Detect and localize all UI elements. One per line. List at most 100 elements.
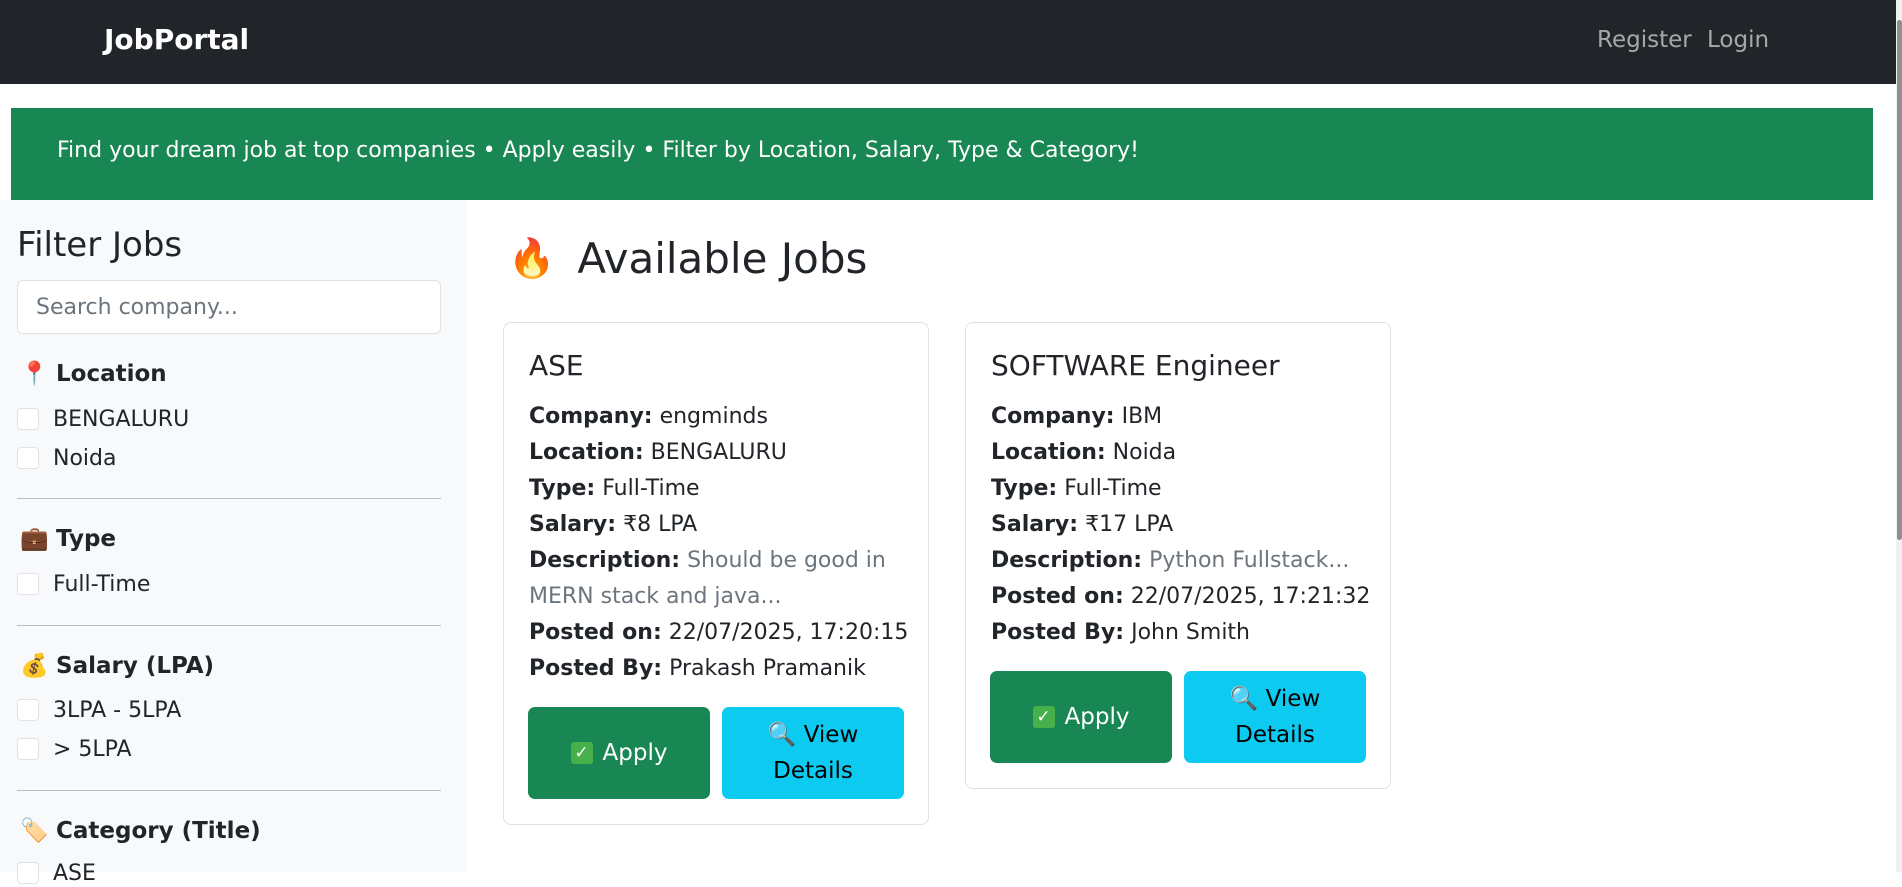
posted-on-row: Posted on: 22/07/2025, 17:20:15: [529, 615, 909, 651]
type-heading: 💼 Type: [20, 525, 116, 552]
salary-value: ₹17 LPA: [1085, 512, 1174, 537]
description-row: Description: Python Fullstack...: [991, 543, 1371, 579]
location-row: Location: BENGALURU: [529, 435, 909, 471]
banner-text: Find your dream job at top companies • A…: [57, 138, 1139, 163]
login-link[interactable]: Login: [1707, 27, 1769, 53]
type-label: Type: [56, 526, 117, 552]
type-value: Full-Time: [602, 476, 700, 501]
scrollbar-thumb[interactable]: [1897, 20, 1902, 540]
salary-label: Salary:: [991, 512, 1079, 537]
location-label: Location: [56, 361, 167, 387]
location-label: Location:: [991, 440, 1106, 465]
search-company-input[interactable]: [17, 280, 441, 334]
posted-on-row: Posted on: 22/07/2025, 17:21:32: [991, 579, 1371, 615]
description-value: Python Fullstack...: [1149, 548, 1350, 573]
briefcase-icon: 💼: [20, 526, 49, 552]
option-label: Full-Time: [53, 571, 151, 597]
posted-by-row: Posted By: John Smith: [991, 615, 1371, 651]
description-label: Description:: [529, 548, 681, 573]
location-label: Location:: [529, 440, 644, 465]
type-row: Type: Full-Time: [529, 471, 909, 507]
type-value: Full-Time: [1064, 476, 1162, 501]
view-details-button[interactable]: 🔍 View Details: [1184, 671, 1366, 763]
option-label: > 5LPA: [53, 736, 132, 762]
checkbox[interactable]: [17, 573, 39, 595]
apply-button[interactable]: ✓ Apply: [990, 671, 1172, 763]
check-icon: ✓: [570, 742, 593, 764]
filter-option-ase[interactable]: ASE: [17, 859, 96, 887]
company-label: Company:: [991, 404, 1115, 429]
divider: [17, 625, 441, 626]
scrollbar[interactable]: [1896, 0, 1902, 872]
job-card: SOFTWARE Engineer Company: IBM Location:…: [965, 322, 1391, 789]
posted-on-label: Posted on:: [529, 620, 662, 645]
checkbox[interactable]: [17, 862, 39, 884]
filter-option-noida[interactable]: Noida: [17, 444, 116, 472]
posted-by-label: Posted By:: [991, 620, 1125, 645]
description-row: Description: Should be good in MERN stac…: [529, 543, 909, 615]
brand-logo[interactable]: JobPortal: [104, 23, 249, 56]
company-value: IBM: [1121, 404, 1163, 429]
filter-option-full-time[interactable]: Full-Time: [17, 570, 150, 598]
divider: [17, 790, 441, 791]
divider: [17, 498, 441, 499]
job-details: Company: engminds Location: BENGALURU Ty…: [529, 399, 909, 687]
location-value: BENGALURU: [650, 440, 787, 465]
view-details-text: 🔍 View Details: [750, 717, 876, 789]
pin-icon: 📍: [20, 361, 49, 387]
salary-label: Salary:: [529, 512, 617, 537]
option-label: 3LPA - 5LPA: [53, 697, 182, 723]
job-details: Company: IBM Location: Noida Type: Full-…: [991, 399, 1371, 651]
option-label: BENGALURU: [53, 406, 190, 432]
category-heading: 🏷️ Category (Title): [20, 817, 261, 844]
tag-icon: 🏷️: [20, 818, 49, 844]
company-value: engminds: [659, 404, 768, 429]
promo-banner: Find your dream job at top companies • A…: [11, 108, 1873, 200]
option-label: ASE: [53, 860, 96, 886]
type-label: Type:: [991, 476, 1058, 501]
salary-heading: 💰 Salary (LPA): [20, 652, 214, 679]
apply-label: Apply: [602, 740, 668, 766]
view-details-button[interactable]: 🔍 View Details: [722, 707, 904, 799]
location-heading: 📍 Location: [20, 360, 167, 387]
type-label: Type:: [529, 476, 596, 501]
company-label: Company:: [529, 404, 653, 429]
checkbox[interactable]: [17, 699, 39, 721]
filter-option-gt-5lpa[interactable]: > 5LPA: [17, 735, 132, 763]
posted-by-value: Prakash Pramanik: [669, 656, 866, 681]
posted-by-row: Posted By: Prakash Pramanik: [529, 651, 909, 687]
description-label: Description:: [991, 548, 1143, 573]
page-title-text: Available Jobs: [577, 234, 868, 283]
filter-option-3-5lpa[interactable]: 3LPA - 5LPA: [17, 696, 181, 724]
money-bag-icon: 💰: [20, 653, 49, 679]
checkbox[interactable]: [17, 738, 39, 760]
magnifier-icon: 🔍: [1229, 686, 1259, 712]
check-icon: ✓: [1032, 706, 1055, 728]
posted-by-value: John Smith: [1131, 620, 1250, 645]
checkbox[interactable]: [17, 447, 39, 469]
company-row: Company: engminds: [529, 399, 909, 435]
posted-by-label: Posted By:: [529, 656, 663, 681]
navbar: JobPortal Register Login: [0, 0, 1896, 84]
view-details-text: 🔍 View Details: [1212, 681, 1338, 753]
filter-sidebar: Filter Jobs 📍 Location BENGALURU Noida 💼 T…: [0, 200, 466, 886]
location-value: Noida: [1112, 440, 1177, 465]
type-row: Type: Full-Time: [991, 471, 1371, 507]
magnifier-icon: 🔍: [767, 722, 797, 748]
location-row: Location: Noida: [991, 435, 1371, 471]
category-label: Category (Title): [56, 818, 261, 844]
filter-option-bengaluru[interactable]: BENGALURU: [17, 405, 189, 433]
salary-row: Salary: ₹17 LPA: [991, 507, 1371, 543]
job-card: ASE Company: engminds Location: BENGALUR…: [503, 322, 929, 825]
apply-button[interactable]: ✓ Apply: [528, 707, 710, 799]
register-link[interactable]: Register: [1597, 27, 1692, 53]
checkbox[interactable]: [17, 408, 39, 430]
posted-on-label: Posted on:: [991, 584, 1124, 609]
job-title: SOFTWARE Engineer: [991, 349, 1280, 382]
option-label: Noida: [53, 445, 117, 471]
fire-icon: 🔥: [508, 236, 556, 280]
job-title: ASE: [529, 349, 584, 382]
apply-label: Apply: [1064, 704, 1130, 730]
salary-row: Salary: ₹8 LPA: [529, 507, 909, 543]
salary-label: Salary (LPA): [56, 653, 215, 679]
